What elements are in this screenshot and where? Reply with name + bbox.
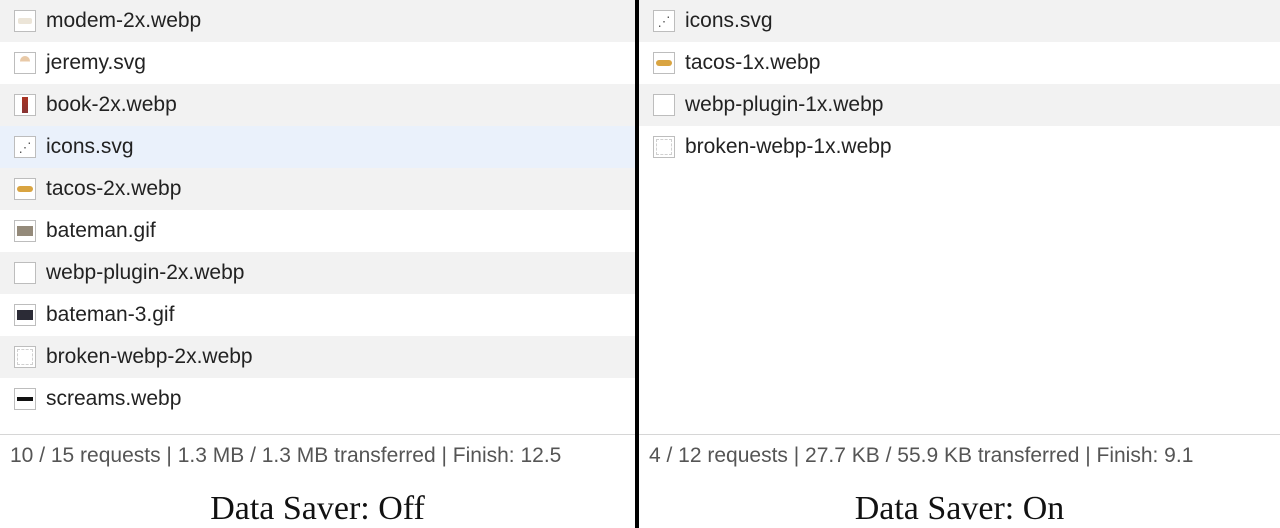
network-row[interactable]: screams.webp xyxy=(0,378,635,420)
status-text: 10 / 15 requests | 1.3 MB / 1.3 MB trans… xyxy=(10,444,561,468)
network-row[interactable]: webp-plugin-1x.webp xyxy=(639,84,1280,126)
network-row[interactable]: icons.svg xyxy=(0,126,635,168)
network-row[interactable]: bateman-3.gif xyxy=(0,294,635,336)
network-row[interactable]: bateman.gif xyxy=(0,210,635,252)
file-thumbnail-icon xyxy=(14,388,36,410)
file-thumbnail-icon xyxy=(653,52,675,74)
caption-right: Data Saver: On xyxy=(639,476,1280,528)
network-row[interactable]: webp-plugin-2x.webp xyxy=(0,252,635,294)
network-row[interactable]: modem-2x.webp xyxy=(0,0,635,42)
pane-data-saver-on: icons.svg tacos-1x.webp webp-plugin-1x.web… xyxy=(635,0,1280,528)
comparison-split: modem-2x.webp jeremy.svg book-2x.webp icons… xyxy=(0,0,1280,528)
network-file-list-right: icons.svg tacos-1x.webp webp-plugin-1x.web… xyxy=(639,0,1280,168)
file-thumbnail-icon xyxy=(14,10,36,32)
caption-left: Data Saver: Off xyxy=(0,476,635,528)
status-text: 4 / 12 requests | 27.7 KB / 55.9 KB tran… xyxy=(649,444,1193,468)
file-name: webp-plugin-2x.webp xyxy=(46,261,244,285)
network-row[interactable]: broken-webp-1x.webp xyxy=(639,126,1280,168)
filler xyxy=(0,420,635,434)
file-thumbnail-icon xyxy=(14,52,36,74)
file-name: icons.svg xyxy=(46,135,134,159)
file-thumbnail-icon xyxy=(14,136,36,158)
file-name: modem-2x.webp xyxy=(46,9,201,33)
network-row[interactable]: broken-webp-2x.webp xyxy=(0,336,635,378)
file-name: webp-plugin-1x.webp xyxy=(685,93,883,117)
file-thumbnail-icon xyxy=(14,304,36,326)
file-thumbnail-icon xyxy=(653,10,675,32)
file-name: icons.svg xyxy=(685,9,773,33)
file-name: screams.webp xyxy=(46,387,181,411)
network-row[interactable]: tacos-2x.webp xyxy=(0,168,635,210)
file-name: broken-webp-2x.webp xyxy=(46,345,253,369)
file-thumbnail-icon xyxy=(14,178,36,200)
file-thumbnail-icon xyxy=(14,346,36,368)
file-name: broken-webp-1x.webp xyxy=(685,135,892,159)
file-name: tacos-2x.webp xyxy=(46,177,181,201)
network-row[interactable]: book-2x.webp xyxy=(0,84,635,126)
file-name: book-2x.webp xyxy=(46,93,177,117)
filler xyxy=(639,168,1280,434)
file-thumbnail-icon xyxy=(653,94,675,116)
pane-data-saver-off: modem-2x.webp jeremy.svg book-2x.webp icons… xyxy=(0,0,635,528)
file-thumbnail-icon xyxy=(14,262,36,284)
file-thumbnail-icon xyxy=(14,94,36,116)
file-name: jeremy.svg xyxy=(46,51,146,75)
file-name: bateman.gif xyxy=(46,219,156,243)
status-bar-left: 10 / 15 requests | 1.3 MB / 1.3 MB trans… xyxy=(0,434,635,476)
network-row[interactable]: icons.svg xyxy=(639,0,1280,42)
network-row[interactable]: jeremy.svg xyxy=(0,42,635,84)
status-bar-right: 4 / 12 requests | 27.7 KB / 55.9 KB tran… xyxy=(639,434,1280,476)
network-row[interactable]: tacos-1x.webp xyxy=(639,42,1280,84)
network-file-list-left: modem-2x.webp jeremy.svg book-2x.webp icons… xyxy=(0,0,635,420)
file-thumbnail-icon xyxy=(653,136,675,158)
file-name: bateman-3.gif xyxy=(46,303,174,327)
file-thumbnail-icon xyxy=(14,220,36,242)
file-name: tacos-1x.webp xyxy=(685,51,820,75)
